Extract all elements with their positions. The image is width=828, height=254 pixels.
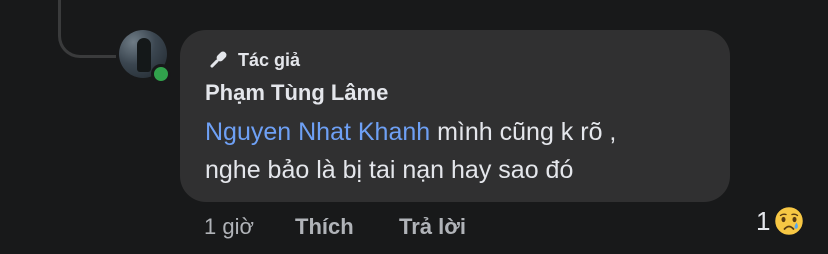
author-badge: Tác giả (206, 46, 300, 74)
comment-timestamp[interactable]: 1 giờ (204, 214, 254, 240)
comment-text: Nguyen Nhat Khanh mình cũng k rõ , nghe … (205, 113, 720, 189)
comment-text-line1: mình cũng k rõ , (430, 118, 617, 146)
avatar-figure (137, 38, 151, 72)
reaction-summary[interactable]: 1 (756, 205, 805, 237)
reply-button[interactable]: Trả lời (399, 214, 466, 240)
author-badge-label: Tác giả (238, 49, 301, 70)
online-status-dot (151, 64, 171, 84)
sad-emoji-icon (774, 205, 805, 237)
comment-author-name[interactable]: Phạm Tùng Lâme (205, 80, 388, 106)
reaction-count: 1 (756, 205, 771, 236)
microphone-icon (210, 51, 227, 68)
thread-connector (58, 0, 116, 58)
mention-link[interactable]: Nguyen Nhat Khanh (205, 118, 430, 146)
comment-text-line2: nghe bảo là bị tai nạn hay sao đó (205, 156, 574, 184)
like-button[interactable]: Thích (295, 214, 354, 240)
